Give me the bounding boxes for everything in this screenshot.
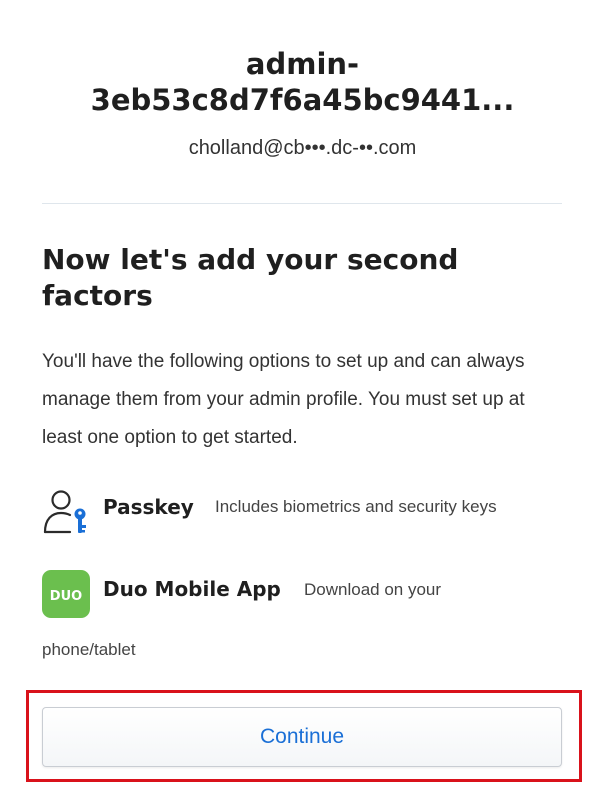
passkey-description: Includes biometrics and security keys [215, 497, 497, 516]
divider [42, 203, 562, 204]
continue-button[interactable]: Continue [42, 707, 562, 767]
duo-mobile-title: Duo Mobile App [103, 577, 281, 601]
account-email: cholland@cb•••.dc-••.com [188, 137, 417, 159]
setup-card: admin-3eb53c8d7f6a45bc9441... cholland@c… [0, 0, 605, 811]
intro-text: You'll have the following options to set… [42, 351, 525, 448]
svg-text:DUO: DUO [50, 589, 82, 604]
account-name: admin-3eb53c8d7f6a45bc9441... [90, 47, 515, 117]
passkey-title: Passkey [103, 495, 194, 519]
page-title: Now let's add your second factors [42, 243, 459, 312]
duo-mobile-description: Download on your [304, 580, 442, 599]
duo-mobile-icon: DUO [42, 570, 92, 620]
duo-mobile-description-continued: phone/tablet [42, 640, 136, 659]
passkey-icon [42, 488, 92, 538]
